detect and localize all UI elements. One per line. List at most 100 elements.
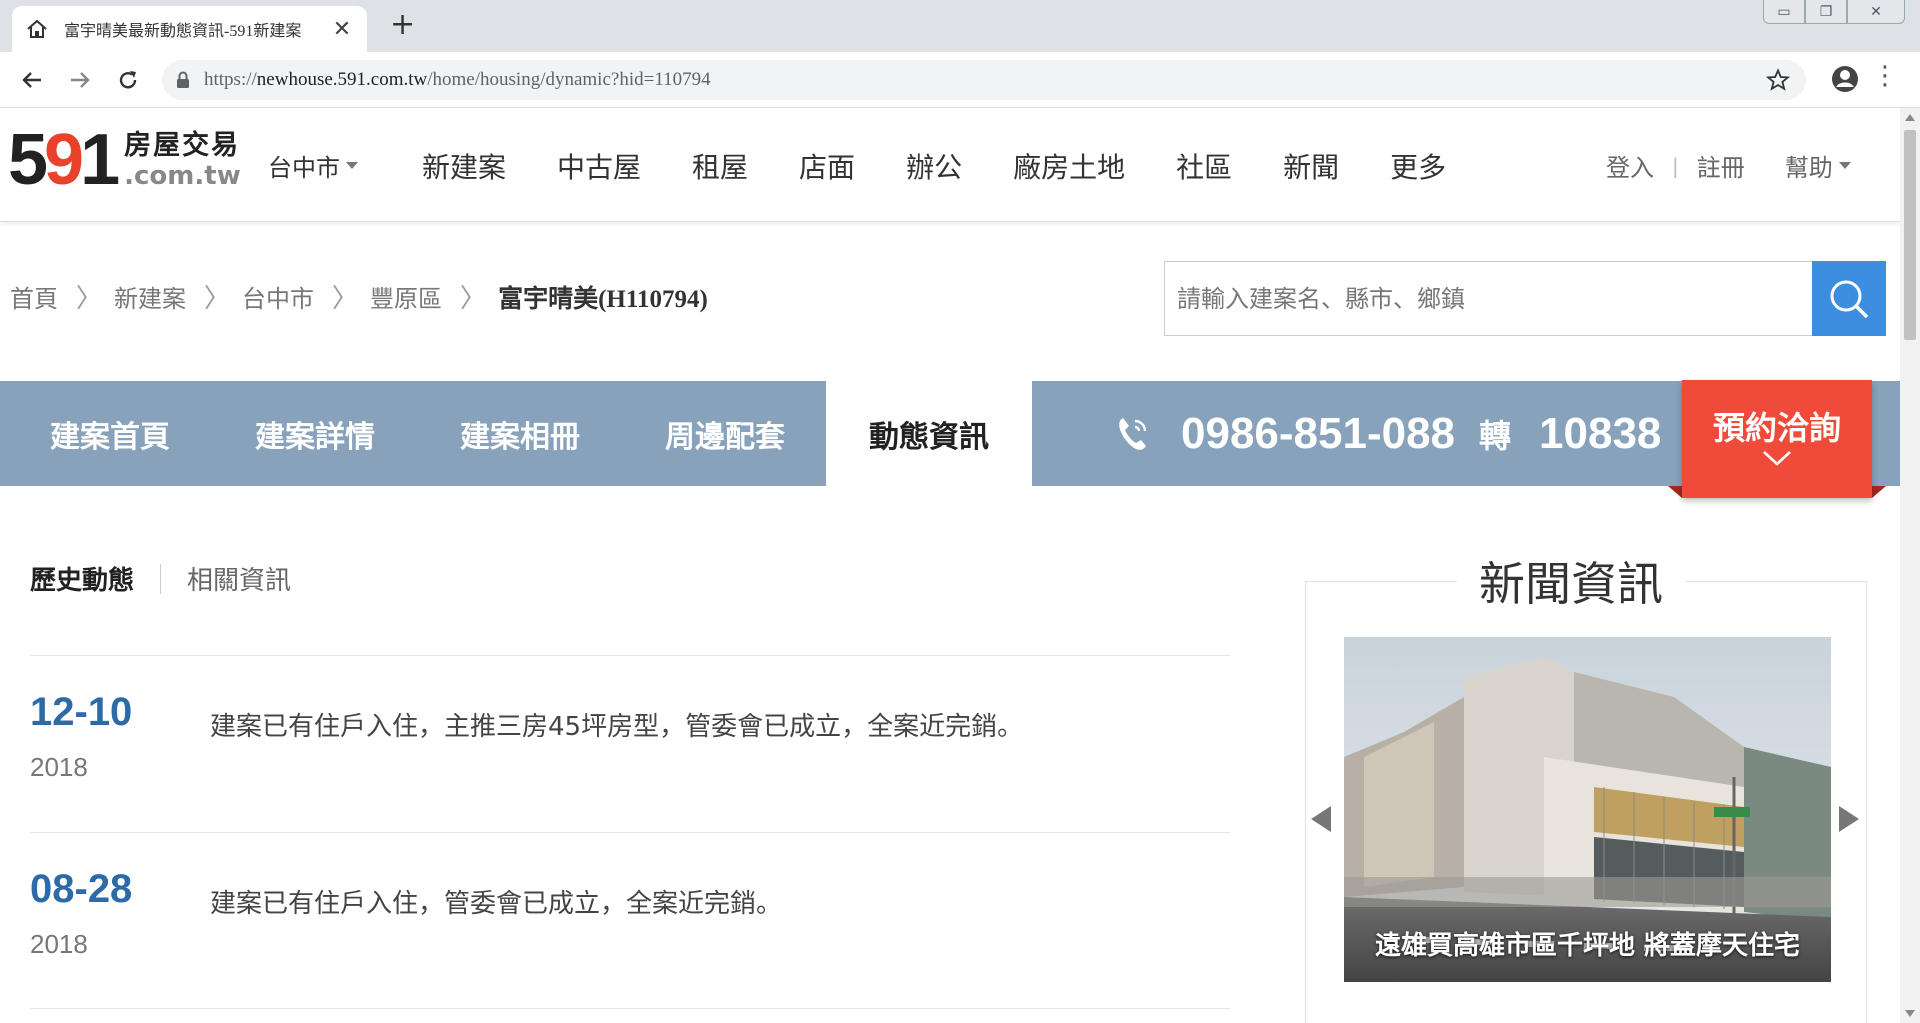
- nav-shop[interactable]: 店面: [799, 146, 855, 186]
- breadcrumb-new-build[interactable]: 新建案: [114, 279, 186, 314]
- logo-chinese: 房屋交易: [124, 130, 241, 161]
- reserve-ribbon-fold: [1668, 486, 1682, 498]
- tab-related-info[interactable]: 相關資訊: [187, 560, 291, 597]
- phone-contact: 0986-851-088 轉 10838: [1115, 381, 1661, 486]
- help-label: 幫助: [1784, 154, 1833, 182]
- timeline-date: 08-28: [30, 867, 133, 911]
- nav-new-build[interactable]: 新建案: [422, 146, 506, 186]
- breadcrumb-district[interactable]: 豐原區: [370, 279, 442, 314]
- close-window-button[interactable]: ✕: [1847, 0, 1905, 24]
- site-logo[interactable]: 591 房屋交易 .com.tw: [8, 124, 241, 196]
- sub-tabs: 歷史動態 相關資訊: [30, 560, 291, 597]
- city-label: 台中市: [268, 154, 340, 182]
- chevron-down-icon: [346, 162, 358, 169]
- divider: |: [1672, 153, 1679, 178]
- timeline-item: 12-10 2018 建案已有住戶入住，主推三房45坪房型，管委會已成立，全案近…: [30, 655, 1230, 832]
- forward-arrow-icon: [71, 72, 90, 88]
- divider: [30, 1008, 1230, 1009]
- reload-button[interactable]: [110, 62, 146, 98]
- browser-tab[interactable]: 富宇晴美最新動態資訊-591新建案 ✕: [12, 6, 367, 52]
- carousel-prev-icon[interactable]: [1311, 806, 1331, 832]
- nav-office[interactable]: 辦公: [906, 146, 962, 186]
- search-button[interactable]: [1812, 261, 1886, 336]
- login-link[interactable]: 登入: [1606, 148, 1654, 183]
- window-controls: ▭ ❐ ✕: [1763, 0, 1905, 24]
- logo-number: 591: [8, 120, 120, 200]
- logo-domain: .com.tw: [124, 161, 241, 191]
- project-nav: 建案首頁 建案詳情 建案相冊 周邊配套 動態資訊 0986-851-088 轉 …: [0, 381, 1900, 486]
- nav-community[interactable]: 社區: [1176, 146, 1232, 186]
- scroll-up-icon[interactable]: [1905, 114, 1915, 121]
- chevron-right-icon: 〉: [76, 284, 103, 314]
- breadcrumb: 首頁 〉 新建案 〉 台中市 〉 豐原區 〉 富宇晴美(H110794): [10, 278, 708, 315]
- chevron-down-icon: [1763, 451, 1791, 466]
- divider: [160, 563, 162, 594]
- nav-resale[interactable]: 中古屋: [557, 146, 641, 186]
- nav-news[interactable]: 新聞: [1283, 146, 1339, 186]
- phone-icon: [1119, 417, 1147, 450]
- back-button[interactable]: [14, 62, 50, 98]
- city-selector[interactable]: 台中市: [268, 148, 358, 183]
- scroll-down-icon[interactable]: [1905, 1010, 1915, 1017]
- browser-menu-icon[interactable]: ⋮: [1872, 62, 1898, 90]
- tab-dynamic-info[interactable]: 動態資訊: [826, 381, 1032, 486]
- back-arrow-icon: [22, 72, 41, 88]
- nav-rent[interactable]: 租屋: [692, 146, 748, 186]
- phone-ext: 10838: [1539, 408, 1662, 458]
- news-image[interactable]: 遠雄買高雄市區千坪地 將蓋摩天住宅: [1344, 637, 1831, 982]
- timeline-year: 2018: [30, 752, 88, 782]
- home-icon: [26, 18, 52, 40]
- search-icon: [1830, 280, 1869, 318]
- page-content: 591 房屋交易 .com.tw 台中市 新建案 中古屋 租屋 店面 辦公 廠房…: [0, 108, 1900, 1023]
- tab-history[interactable]: 歷史動態: [30, 560, 134, 597]
- timeline-text: 建案已有住戶入住，管委會已成立，全案近完銷。: [210, 889, 783, 919]
- tab-close-icon[interactable]: ✕: [331, 17, 353, 42]
- tab-project-details[interactable]: 建案詳情: [205, 381, 425, 486]
- search-box: [1164, 261, 1886, 336]
- phone-ext-label: 轉: [1479, 416, 1512, 455]
- new-tab-button[interactable]: +: [390, 10, 415, 40]
- breadcrumb-home[interactable]: 首頁: [10, 279, 58, 314]
- scroll-thumb[interactable]: [1904, 130, 1916, 340]
- chevron-down-icon: [1838, 162, 1851, 169]
- breadcrumb-city[interactable]: 台中市: [242, 279, 314, 314]
- restore-button[interactable]: ❐: [1805, 0, 1847, 24]
- chevron-right-icon: 〉: [460, 284, 487, 314]
- timeline-text: 建案已有住戶入住，主推三房45坪房型，管委會已成立，全案近完銷。: [210, 712, 1024, 742]
- reserve-label: 預約洽詢: [1712, 410, 1841, 446]
- lock-icon: [177, 71, 189, 88]
- search-input[interactable]: [1164, 261, 1812, 336]
- minimize-button[interactable]: ▭: [1763, 0, 1805, 24]
- nav-factory-land[interactable]: 廠房土地: [1013, 146, 1125, 186]
- timeline-year: 2018: [30, 929, 88, 959]
- url-text: https://newhouse.591.com.tw/home/housing…: [204, 69, 711, 90]
- reload-icon: [119, 71, 137, 89]
- tab-project-album[interactable]: 建案相冊: [410, 381, 630, 486]
- phone-number: 0986-851-088: [1181, 408, 1456, 458]
- url-bar[interactable]: https://newhouse.591.com.tw/home/housing…: [162, 60, 1806, 100]
- tab-surroundings[interactable]: 周邊配套: [615, 381, 835, 486]
- reserve-ribbon-fold: [1872, 486, 1886, 498]
- tab-project-home[interactable]: 建案首頁: [0, 381, 220, 486]
- forward-button[interactable]: [62, 62, 98, 98]
- timeline: 12-10 2018 建案已有住戶入住，主推三房45坪房型，管委會已成立，全案近…: [30, 655, 1230, 1009]
- bookmark-star-icon[interactable]: [1766, 68, 1790, 92]
- user-links: 登入 | 註冊 幫助: [1606, 148, 1851, 183]
- carousel-next-icon[interactable]: [1839, 806, 1859, 832]
- page-scrollbar[interactable]: [1900, 108, 1920, 1023]
- site-header: 591 房屋交易 .com.tw 台中市 新建案 中古屋 租屋 店面 辦公 廠房…: [0, 108, 1900, 222]
- breadcrumb-current: 富宇晴美(H110794): [498, 285, 708, 313]
- nav-more[interactable]: 更多: [1390, 146, 1446, 186]
- address-bar-row: https://newhouse.591.com.tw/home/housing…: [0, 52, 1920, 108]
- chevron-right-icon: 〉: [204, 284, 231, 314]
- help-menu[interactable]: 幫助: [1785, 148, 1851, 183]
- tab-title: 富宇晴美最新動態資訊-591新建案: [64, 23, 302, 40]
- reserve-inquiry-button[interactable]: 預約洽詢: [1682, 380, 1872, 498]
- news-title: 新聞資訊: [1457, 548, 1685, 614]
- account-icon[interactable]: [1830, 64, 1860, 94]
- news-caption[interactable]: 遠雄買高雄市區千坪地 將蓋摩天住宅: [1344, 925, 1831, 962]
- timeline-date: 12-10: [30, 690, 133, 734]
- register-link[interactable]: 註冊: [1697, 148, 1745, 183]
- timeline-item: 08-28 2018 建案已有住戶入住，管委會已成立，全案近完銷。: [30, 832, 1230, 1009]
- chevron-right-icon: 〉: [332, 284, 359, 314]
